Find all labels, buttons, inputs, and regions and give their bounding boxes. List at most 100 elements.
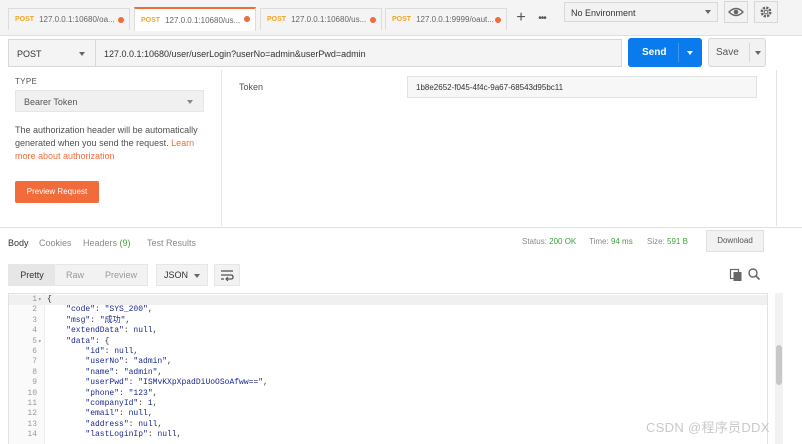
code-text: "code": "SYS_200", bbox=[66, 305, 153, 315]
code-line: 3 "msg": "成功", bbox=[9, 316, 767, 326]
token-label: Token bbox=[239, 82, 264, 92]
save-divider bbox=[749, 43, 750, 62]
line-number: 7 bbox=[32, 357, 37, 367]
environment-select[interactable]: No Environment bbox=[564, 2, 718, 22]
code-line: 9 "userPwd": "ISMvKXpXpadDiUoOSoAfww==", bbox=[9, 378, 767, 388]
code-text: "lastLoginIp": null, bbox=[85, 430, 182, 440]
fold-toggle-icon[interactable]: ▾ bbox=[38, 337, 42, 347]
unsaved-dot-icon bbox=[244, 16, 250, 22]
chevron-down-icon bbox=[705, 10, 711, 14]
format-select[interactable]: JSON bbox=[156, 264, 208, 286]
code-line: 8 "name": "admin", bbox=[9, 368, 767, 378]
unsaved-dot-icon bbox=[370, 17, 376, 23]
auth-type-label: TYPE bbox=[15, 77, 38, 86]
request-tab-3[interactable]: POST 127.0.0.1:10680/us... bbox=[260, 8, 382, 30]
line-number: 1 bbox=[32, 295, 37, 304]
copy-icon[interactable] bbox=[729, 268, 743, 282]
line-number: 2 bbox=[32, 305, 37, 315]
auth-panel-divider bbox=[776, 70, 777, 226]
line-number: 3 bbox=[32, 315, 37, 325]
tab-label: 127.0.0.1:10680/oa... bbox=[39, 15, 115, 24]
send-button[interactable]: Send bbox=[628, 38, 702, 67]
fold-toggle-icon[interactable]: ▾ bbox=[38, 295, 42, 305]
chevron-down-icon bbox=[79, 52, 85, 56]
tab-body[interactable]: Body bbox=[8, 238, 29, 248]
download-button[interactable]: Download bbox=[706, 230, 764, 252]
headers-count-badge: (9) bbox=[119, 238, 131, 248]
code-text: "companyId": 1, bbox=[85, 399, 158, 408]
eye-icon bbox=[728, 7, 744, 17]
auth-type-select[interactable]: Bearer Token bbox=[15, 90, 204, 112]
status-readout: Status: 200 OK bbox=[522, 237, 576, 246]
code-line: 11 "companyId": 1, bbox=[9, 399, 767, 409]
tab-test-results[interactable]: Test Results bbox=[147, 238, 196, 248]
response-divider bbox=[0, 227, 802, 228]
search-icon[interactable] bbox=[747, 267, 761, 281]
line-number: 4 bbox=[32, 326, 37, 336]
code-line: 5 ▾ "data": { bbox=[9, 337, 767, 347]
tab-method: POST bbox=[392, 16, 412, 23]
code-line: 4 "extendData": null, bbox=[9, 326, 767, 336]
code-line: 1 ▾ { bbox=[9, 295, 767, 306]
request-tab-1[interactable]: POST 127.0.0.1:10680/oa... bbox=[8, 8, 130, 30]
chevron-down-icon[interactable] bbox=[687, 51, 693, 55]
code-text: "email": null, bbox=[85, 409, 153, 419]
code-text: "userPwd": "ISMvKXpXpadDiUoOSoAfww==", bbox=[85, 378, 268, 388]
size-label: Size: bbox=[647, 237, 665, 246]
wrap-lines-button[interactable] bbox=[214, 264, 240, 286]
tab-label: 127.0.0.1:10680/us... bbox=[291, 15, 367, 24]
line-number: 9 bbox=[32, 378, 37, 388]
time-label: Time: bbox=[589, 237, 609, 246]
line-number: 10 bbox=[27, 388, 37, 398]
code-line: 10 "phone": "123", bbox=[9, 389, 767, 399]
save-label: Save bbox=[716, 47, 739, 58]
environment-quick-look-button[interactable] bbox=[724, 1, 748, 23]
tab-cookies[interactable]: Cookies bbox=[39, 238, 72, 248]
new-tab-plus-icon[interactable]: + bbox=[510, 9, 532, 29]
send-divider bbox=[678, 43, 679, 62]
request-tab-2[interactable]: POST 127.0.0.1:10680/us... bbox=[134, 7, 256, 31]
more-tabs-ellipsis-icon[interactable]: ••• bbox=[533, 9, 551, 29]
line-number: 6 bbox=[32, 347, 37, 356]
tab-headers[interactable]: Headers (9) bbox=[83, 238, 131, 248]
unsaved-dot-icon bbox=[118, 17, 124, 23]
chevron-down-icon bbox=[194, 274, 200, 278]
chevron-down-icon[interactable] bbox=[755, 51, 761, 55]
preview-request-button[interactable]: Preview Request bbox=[15, 181, 99, 203]
request-tab-4[interactable]: POST 127.0.0.1:9999/oaut... bbox=[385, 8, 507, 30]
token-input[interactable]: 1b8e2652-f045-4f4c-9a67-68543d95bc11 bbox=[407, 76, 757, 98]
tab-label: 127.0.0.1:10680/us... bbox=[165, 15, 241, 25]
code-line: 7 "userNo": "admin", bbox=[9, 357, 767, 367]
code-text: "data": { bbox=[66, 336, 110, 346]
line-number: 13 bbox=[27, 419, 37, 429]
status-label: Status: bbox=[522, 237, 547, 246]
tab-method: POST bbox=[15, 16, 35, 23]
code-text: "msg": "成功", bbox=[66, 315, 131, 325]
code-text: "address": null, bbox=[85, 419, 163, 429]
http-method-select[interactable]: POST bbox=[8, 39, 96, 67]
time-value: 94 ms bbox=[610, 237, 633, 246]
tab-method: POST bbox=[141, 16, 161, 24]
url-value: 127.0.0.1:10680/user/userLogin?userNo=ad… bbox=[104, 49, 366, 59]
save-button[interactable]: Save bbox=[708, 38, 766, 67]
code-text: "phone": "123", bbox=[85, 388, 158, 398]
manage-environments-button[interactable] bbox=[754, 1, 778, 23]
code-text: { bbox=[47, 295, 52, 304]
code-text: "name": "admin", bbox=[85, 367, 163, 377]
code-line: 6 "id": null, bbox=[9, 347, 767, 357]
view-preview-button[interactable]: Preview bbox=[95, 265, 147, 285]
auth-type-value: Bearer Token bbox=[24, 97, 78, 107]
view-mode-group: Pretty Raw Preview bbox=[8, 264, 148, 286]
chevron-down-icon bbox=[187, 100, 193, 104]
code-text: "userNo": "admin", bbox=[85, 357, 172, 367]
line-number: 8 bbox=[32, 367, 37, 377]
status-value: 200 OK bbox=[549, 237, 577, 246]
scrollbar-thumb[interactable] bbox=[776, 345, 782, 385]
auth-help-text: The authorization header will be automat… bbox=[15, 124, 215, 163]
line-number: 5 bbox=[32, 336, 37, 346]
line-number: 11 bbox=[27, 399, 37, 408]
url-input[interactable]: 127.0.0.1:10680/user/userLogin?userNo=ad… bbox=[96, 39, 622, 67]
view-pretty-button[interactable]: Pretty bbox=[9, 265, 55, 285]
view-raw-button[interactable]: Raw bbox=[55, 265, 95, 285]
code-text: "extendData": null, bbox=[66, 326, 158, 336]
